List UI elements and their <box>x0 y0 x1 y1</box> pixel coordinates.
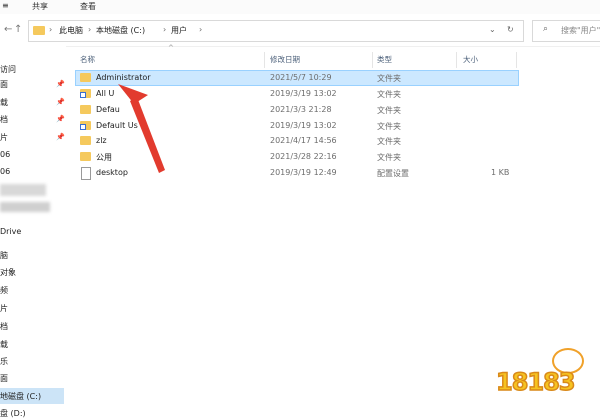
breadcrumb-local-disk[interactable]: 本地磁盘 (C:) <box>96 25 145 36</box>
pin-icon: 📌 <box>56 98 65 106</box>
watermark-text: 18183 <box>495 367 576 397</box>
breadcrumb-this-pc[interactable]: 此电脑 <box>59 25 83 36</box>
folder-icon <box>80 152 91 161</box>
table-row[interactable]: Defau 2021/3/3 21:28 文件夹 <box>76 103 518 117</box>
chevron-right-icon[interactable]: › <box>88 25 91 34</box>
sidebar-item-downloads[interactable]: 载 <box>0 97 8 108</box>
column-header-type[interactable]: 类型 <box>377 54 392 65</box>
file-type: 文件夹 <box>377 74 401 83</box>
navigation-pane: 访问 面 📌 载 📌 档 📌 片 📌 06 06 Drive 脑 对象 频 片 … <box>0 46 66 418</box>
column-header-size[interactable]: 大小 <box>463 54 478 65</box>
sidebar-item-desktop2[interactable]: 面 <box>0 373 8 384</box>
pin-icon: 📌 <box>56 133 65 141</box>
file-type: 文件夹 <box>377 153 401 162</box>
file-date: 2021/3/3 21:28 <box>270 105 332 114</box>
sidebar-item-downloads2[interactable]: 载 <box>0 339 8 350</box>
folder-icon <box>80 73 91 82</box>
sidebar-item-pictures2[interactable]: 片 <box>0 303 8 314</box>
sort-ascending-icon: ^ <box>168 44 174 52</box>
column-divider[interactable] <box>264 52 265 68</box>
file-type: 文件夹 <box>377 137 401 146</box>
watermark-logo: 18183 <box>490 346 600 418</box>
file-date: 2019/3/19 12:49 <box>270 168 337 177</box>
file-name: Administrator <box>96 73 151 82</box>
folder-shortcut-icon <box>80 121 91 130</box>
sidebar-item-music[interactable]: 乐 <box>0 356 8 367</box>
table-row[interactable]: 公用 2021/3/28 22:16 文件夹 <box>76 150 518 164</box>
column-header-row: ^ 名称 修改日期 类型 大小 <box>70 44 530 70</box>
file-name: Default Us <box>96 121 138 130</box>
folder-icon <box>80 105 91 114</box>
blurred-item <box>0 184 46 196</box>
sidebar-item-folder-06a[interactable]: 06 <box>0 150 10 159</box>
file-date: 2021/3/28 22:16 <box>270 152 337 161</box>
sidebar-item-3d-objects[interactable]: 对象 <box>0 267 16 278</box>
folder-shortcut-icon <box>80 89 91 98</box>
search-box[interactable]: ⌕ 搜索"用户"中 <box>532 20 600 42</box>
table-row[interactable]: Administrator 2021/5/7 10:29 文件夹 <box>75 70 519 86</box>
file-type: 文件夹 <box>377 122 401 131</box>
chevron-right-icon[interactable]: › <box>199 25 202 34</box>
search-icon: ⌕ <box>543 24 549 34</box>
table-row[interactable]: desktop 2019/3/19 12:49 配置设置 1 KB <box>76 166 518 180</box>
up-arrow-icon[interactable]: ↑ <box>14 24 22 35</box>
column-divider[interactable] <box>516 52 517 68</box>
file-date: 2021/4/17 14:56 <box>270 136 337 145</box>
sidebar-item-drive-d[interactable]: 盘 (D:) <box>0 408 26 419</box>
file-type: 文件夹 <box>377 90 401 99</box>
folder-icon <box>33 26 45 35</box>
ribbon-bar: ≡ 共享 查看 <box>0 0 600 14</box>
search-placeholder: 搜索"用户"中 <box>561 26 600 35</box>
file-name: All U <box>96 89 115 98</box>
ribbon-menu-file[interactable]: ≡ <box>2 1 9 10</box>
pin-icon: 📌 <box>56 115 65 123</box>
back-arrow-icon[interactable]: ← <box>4 24 12 35</box>
file-name: 公用 <box>96 153 112 162</box>
pin-icon: 📌 <box>56 80 65 88</box>
blurred-item <box>0 202 50 212</box>
file-name: zlz <box>96 136 107 145</box>
table-row[interactable]: zlz 2021/4/17 14:56 文件夹 <box>76 134 518 148</box>
sidebar-item-onedrive[interactable]: Drive <box>0 227 21 236</box>
folder-icon <box>80 136 91 145</box>
address-bar[interactable]: › 此电脑 › 本地磁盘 (C:) › 用户 › ⌄ ↻ <box>28 20 524 42</box>
file-name: desktop <box>96 168 128 177</box>
sidebar-item-pictures[interactable]: 片 <box>0 132 8 143</box>
sidebar-item-documents2[interactable]: 档 <box>0 321 8 332</box>
table-row[interactable]: Default Us 2019/3/19 13:02 文件夹 <box>76 119 518 133</box>
file-name: Defau <box>96 105 120 114</box>
column-header-name[interactable]: 名称 <box>80 54 95 65</box>
chevron-right-icon[interactable]: › <box>163 25 166 34</box>
address-toolbar: ← ↑ › 此电脑 › 本地磁盘 (C:) › 用户 › ⌄ ↻ ⌕ 搜索"用户… <box>0 14 600 47</box>
table-row[interactable]: All U 2019/3/19 13:02 文件夹 <box>76 87 518 101</box>
column-divider[interactable] <box>372 52 373 68</box>
sidebar-item-drive-c[interactable]: 地磁盘 (C:) <box>0 391 41 402</box>
sidebar-item-desktop[interactable]: 面 <box>0 79 8 90</box>
file-date: 2019/3/19 13:02 <box>270 89 337 98</box>
breadcrumb-users[interactable]: 用户 <box>171 25 187 36</box>
sidebar-item-videos[interactable]: 频 <box>0 285 8 296</box>
sidebar-item-this-pc[interactable]: 脑 <box>0 250 8 261</box>
sidebar-item-documents[interactable]: 档 <box>0 114 8 125</box>
file-type: 文件夹 <box>377 106 401 115</box>
column-divider[interactable] <box>456 52 457 68</box>
ribbon-tab-share[interactable]: 共享 <box>32 1 48 12</box>
refresh-icon[interactable]: ↻ <box>507 25 514 34</box>
dropdown-chevron-icon[interactable]: ⌄ <box>489 25 496 34</box>
file-size: 1 KB <box>491 168 510 177</box>
file-type: 配置设置 <box>377 169 409 178</box>
settings-file-icon <box>81 167 91 180</box>
sidebar-item-quick-access[interactable]: 访问 <box>0 64 16 75</box>
file-date: 2021/5/7 10:29 <box>270 73 332 82</box>
ribbon-tab-view[interactable]: 查看 <box>80 1 96 12</box>
column-header-date[interactable]: 修改日期 <box>270 54 300 65</box>
chevron-right-icon[interactable]: › <box>49 25 52 34</box>
sidebar-item-folder-06b[interactable]: 06 <box>0 167 10 176</box>
file-date: 2019/3/19 13:02 <box>270 121 337 130</box>
